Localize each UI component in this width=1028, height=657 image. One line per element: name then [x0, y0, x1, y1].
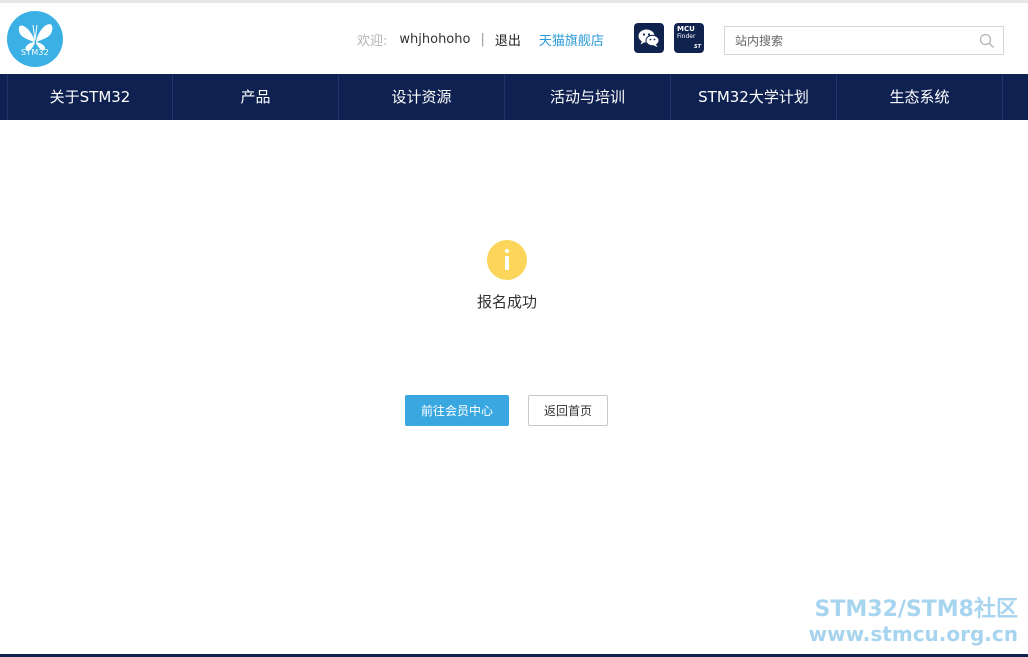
member-center-button[interactable]: 前往会员中心 — [405, 395, 509, 426]
mcu-finder-line2: Finder — [677, 33, 696, 40]
info-icon — [487, 240, 527, 280]
logo-text: STM32 — [20, 48, 50, 57]
search-input[interactable] — [725, 27, 975, 54]
search-box — [724, 26, 1004, 55]
nav-item-university-program[interactable]: STM32大学计划 — [671, 74, 837, 120]
nav-item-design-resources[interactable]: 设计资源 — [339, 74, 505, 120]
nav-item-about[interactable]: 关于STM32 — [7, 74, 173, 120]
watermark: STM32/STM8社区 www.stmcu.org.cn — [808, 597, 1018, 647]
site-header: STM32 欢迎: whjhohoho | 退出 天猫旗舰店 MCU Finde… — [0, 3, 1028, 74]
search-icon[interactable] — [979, 33, 995, 49]
main-nav: 关于STM32 产品 设计资源 活动与培训 STM32大学计划 生态系统 — [0, 74, 1028, 120]
welcome-label: 欢迎: — [357, 33, 388, 49]
stm32-logo[interactable]: STM32 — [7, 11, 63, 67]
tmall-store-link[interactable]: 天猫旗舰店 — [539, 30, 604, 49]
watermark-line2: www.stmcu.org.cn — [808, 622, 1018, 646]
logout-link[interactable]: 退出 — [495, 30, 521, 49]
success-message: 报名成功 — [476, 293, 537, 311]
nav-item-events-training[interactable]: 活动与培训 — [505, 74, 671, 120]
back-home-button[interactable]: 返回首页 — [528, 395, 608, 426]
username[interactable]: whjhohoho — [399, 32, 470, 47]
nav-item-ecosystem[interactable]: 生态系统 — [837, 74, 1003, 120]
mcu-finder-icon[interactable]: MCU Finder ST — [674, 23, 704, 53]
butterfly-logo-icon — [18, 24, 53, 52]
mcu-finder-line1: MCU — [677, 25, 695, 33]
user-bar: 欢迎: whjhohoho | 退出 天猫旗舰店 — [357, 30, 604, 49]
nav-item-products[interactable]: 产品 — [173, 74, 339, 120]
wechat-icon[interactable] — [634, 23, 664, 53]
divider: | — [480, 31, 485, 47]
watermark-line1: STM32/STM8社区 — [814, 597, 1018, 622]
mcu-finder-brand: ST — [693, 44, 701, 50]
